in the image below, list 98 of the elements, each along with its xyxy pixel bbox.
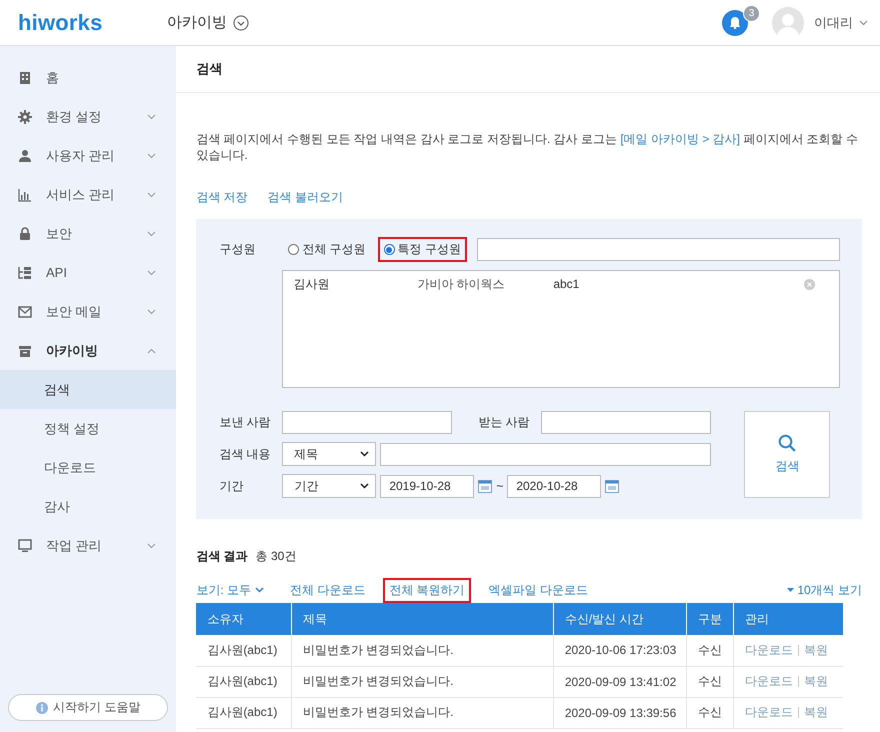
avatar-icon <box>772 6 804 38</box>
field-label: 검색 내용 <box>219 446 272 462</box>
table-cell: 2020-09-09 13:39:56 <box>553 697 686 728</box>
table-cell: 수신 <box>686 697 734 728</box>
range-separator: ~ <box>496 479 504 493</box>
radio-option[interactable]: 특정 구성원 <box>378 237 467 262</box>
sidebar-item[interactable]: 홈 <box>0 58 176 97</box>
sidebar-item[interactable]: 환경 설정 <box>0 97 176 136</box>
sidebar-subitem[interactable]: 정책 설정 <box>0 409 176 448</box>
table-cell: 2020-10-06 17:23:03 <box>553 635 686 666</box>
result-action-link[interactable]: 전체 다운로드 <box>290 582 366 598</box>
sidebar-subitem[interactable]: 감사 <box>0 487 176 526</box>
sidebar-item[interactable]: 사용자 관리 <box>0 136 176 175</box>
table-cell: 김사원(abc1) <box>196 666 292 697</box>
column-header: 수신/발신 시간 <box>553 603 686 635</box>
chevron-down-icon <box>147 308 156 314</box>
table-cell: 김사원(abc1) <box>196 635 292 666</box>
chevron-down-icon <box>147 152 156 158</box>
chevron-down-icon <box>147 230 156 236</box>
member-search-field[interactable] <box>477 238 840 261</box>
member-id: abc1 <box>553 277 580 291</box>
sender-field[interactable] <box>282 411 452 434</box>
chevron-down-icon <box>147 270 156 276</box>
help-button[interactable]: 시작하기 도움말 <box>8 694 168 721</box>
table-cell: 수신 <box>686 666 734 697</box>
view-filter-dropdown[interactable]: 보기: 모두 <box>196 582 264 598</box>
results-title: 검색 결과 <box>196 548 248 565</box>
field-label: 기간 <box>219 478 244 494</box>
sidebar-subitem[interactable]: 다운로드 <box>0 448 176 487</box>
chevron-down-icon <box>254 587 264 593</box>
caret-down-icon <box>787 588 794 592</box>
radio-option[interactable]: 전체 구성원 <box>282 237 372 262</box>
result-action-link[interactable]: 전체 복원하기 <box>385 580 469 600</box>
chevron-down-icon <box>360 451 369 457</box>
table-cell: 김사원(abc1) <box>196 697 292 728</box>
lock-icon <box>18 226 32 240</box>
keyword-field[interactable] <box>380 442 712 466</box>
table-cell: 비밀번호가 변경되었습니다. <box>291 697 554 728</box>
page-size-dropdown[interactable]: 10개씩 보기 <box>787 582 862 598</box>
notice-text: 검색 페이지에서 수행된 모든 작업 내역은 감사 로그로 저장됩니다. 감사 로그는 [메일 아카이빙 > 감사] 페이지에서 조회할 수 있습니다. <box>196 131 860 163</box>
remove-icon[interactable] <box>804 278 815 290</box>
dropdown[interactable]: 제목 <box>282 442 376 466</box>
sidebar-subitem[interactable]: 검색 <box>0 370 176 409</box>
building-icon <box>18 70 32 84</box>
mail-icon <box>18 304 32 318</box>
recipient-field[interactable] <box>541 411 712 434</box>
logo: hiworks <box>18 10 104 36</box>
notification-badge: 3 <box>743 4 760 22</box>
info-icon <box>36 702 48 714</box>
chevron-down-icon <box>147 192 156 198</box>
monitor-icon <box>18 538 32 552</box>
calendar-icon[interactable] <box>605 479 620 493</box>
chevron-down-icon <box>360 483 370 489</box>
search-action-link[interactable]: 검색 저장 <box>196 189 248 206</box>
column-header: 관리 <box>733 603 844 635</box>
field-label: 보낸 사람 <box>219 414 272 431</box>
sidebar-item[interactable]: 아카이빙 <box>0 331 176 370</box>
sidebar-item[interactable]: API <box>0 253 176 292</box>
table-cell: 비밀번호가 변경되었습니다. <box>291 666 554 697</box>
column-header: 소유자 <box>196 603 292 635</box>
sidebar-item[interactable]: 서비스 관리 <box>0 175 176 214</box>
results-count: 총 30건 <box>256 548 296 565</box>
member-name: 김사원 <box>293 276 330 292</box>
chevron-down-icon <box>147 114 156 120</box>
chevron-down-icon <box>859 20 868 26</box>
date-field[interactable]: 2019-10-28 <box>380 474 474 498</box>
app-menu[interactable]: 아카이빙 <box>167 13 249 32</box>
column-header: 제목 <box>291 603 554 635</box>
table-cell: 2020-09-09 13:41:02 <box>553 666 686 697</box>
sidebar-item[interactable]: 보안 메일 <box>0 292 176 331</box>
bell-icon <box>729 16 741 29</box>
chevron-down-icon <box>147 542 156 548</box>
field-label: 받는 사람 <box>478 414 531 431</box>
member-company: 가비아 하이웍스 <box>417 276 506 292</box>
hierarchy-icon <box>18 266 32 280</box>
sidebar-item[interactable]: 보안 <box>0 214 176 253</box>
notification-button[interactable] <box>722 10 748 36</box>
date-field[interactable]: 2020-10-28 <box>507 474 602 498</box>
chevron-up-icon <box>147 348 156 354</box>
search-button[interactable]: 검색 <box>744 411 830 498</box>
field-label: 구성원 <box>219 241 256 258</box>
user-menu[interactable]: 이대리 <box>814 14 868 32</box>
chevron-down-icon <box>233 14 249 30</box>
search-icon <box>778 434 796 452</box>
settings-icon <box>18 110 32 124</box>
calendar-icon[interactable] <box>478 479 492 493</box>
search-action-link[interactable]: 검색 불러오기 <box>268 189 343 206</box>
table-cell: 비밀번호가 변경되었습니다. <box>291 635 554 666</box>
dropdown[interactable]: 기간 <box>282 474 376 498</box>
audit-link[interactable]: [메일 아카이빙 > 감사] <box>620 132 740 146</box>
column-header: 구분 <box>686 603 734 635</box>
person-icon <box>18 148 32 162</box>
page-title: 검색 <box>196 60 222 78</box>
archive-box-icon <box>18 344 32 358</box>
sidebar-item[interactable]: 작업 관리 <box>0 526 176 565</box>
result-action-link[interactable]: 엑셀파일 다운로드 <box>488 582 588 598</box>
table-cell: 수신 <box>686 635 734 666</box>
bar-chart-icon <box>18 188 32 202</box>
